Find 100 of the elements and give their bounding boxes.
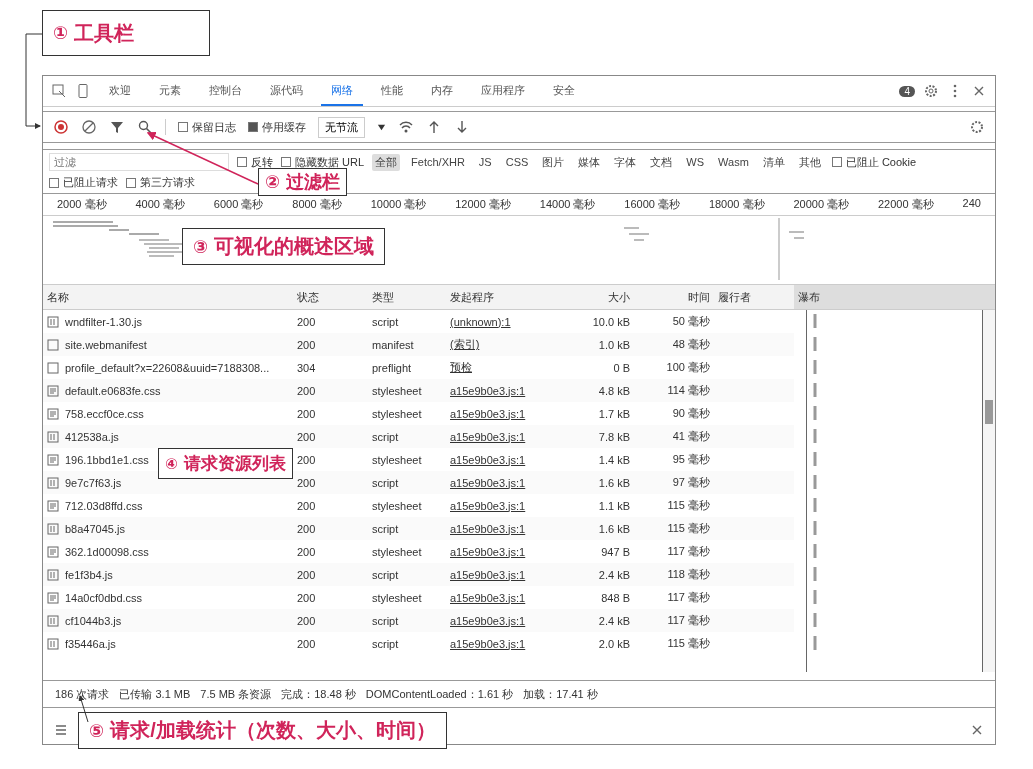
column-header[interactable]: 名称 [43, 289, 293, 305]
hide-data-urls-checkbox[interactable]: 隐藏数据 URL [281, 154, 365, 170]
request-name[interactable]: site.webmanifest [65, 338, 147, 351]
status-cell-text: 200 [296, 637, 317, 650]
panel-tab[interactable]: 欢迎 [99, 76, 141, 106]
inspect-icon[interactable] [51, 83, 67, 99]
time-cell-text: 115 毫秒 [666, 498, 711, 513]
time-tick: 2000 毫秒 [57, 197, 107, 212]
panel-tab[interactable]: 安全 [543, 76, 585, 106]
type-filter-button[interactable]: WS [683, 155, 708, 169]
type-cell-text: preflight [371, 361, 413, 374]
settings-icon[interactable] [923, 83, 939, 99]
column-header[interactable]: 发起程序 [446, 289, 564, 305]
column-header[interactable]: 类型 [368, 289, 446, 305]
type-filter-button[interactable]: 图片 [539, 153, 568, 171]
annotation-callout: ③ 可视化的概述区域 [182, 228, 386, 265]
settings-icon[interactable] [969, 119, 985, 135]
type-cell-text: script [371, 476, 400, 489]
panel-tab[interactable]: 控制台 [199, 76, 252, 106]
request-name[interactable]: 9e7c7f63.js [65, 476, 122, 489]
type-filter-button[interactable]: 媒体 [575, 153, 604, 171]
disable-cache-checkbox[interactable]: 停用缓存 [248, 119, 306, 135]
caret-icon[interactable] [377, 122, 386, 132]
type-cell-text: script [371, 315, 400, 328]
blocked-requests-checkbox[interactable]: 已阻止请求 [49, 175, 118, 190]
column-header[interactable]: 大小 [564, 289, 634, 305]
type-filter-button[interactable]: 其他 [795, 153, 824, 171]
time-cell-text: 90 毫秒 [671, 406, 711, 421]
initiator-link[interactable]: a15e9b0e3.js:1 [450, 568, 526, 581]
size-cell-text: 1.0 kB [597, 338, 631, 351]
preserve-log-checkbox[interactable]: 保留日志 [178, 119, 236, 135]
summary-text: 已传输 3.1 MB [119, 686, 191, 702]
request-name[interactable]: 362.1d00098.css [65, 545, 149, 558]
blocked-cookies-checkbox[interactable]: 已阻止 Cookie [831, 154, 917, 170]
initiator-link[interactable]: a15e9b0e3.js:1 [450, 384, 526, 397]
stylesheet-file-icon [47, 499, 59, 512]
request-name[interactable]: default.e0683fe.css [65, 384, 161, 397]
request-name[interactable]: fe1f3b4.js [65, 568, 113, 581]
request-name[interactable]: f35446a.js [65, 637, 116, 650]
request-name[interactable]: profile_default?x=22608&uuid=7188308... [65, 361, 270, 374]
panel-tab[interactable]: 网络 [321, 76, 363, 106]
clear-icon[interactable] [81, 119, 97, 135]
panel-tab[interactable]: 源代码 [260, 76, 313, 106]
type-filter-button[interactable]: CSS [502, 155, 532, 169]
column-header[interactable]: 状态 [293, 289, 368, 305]
column-header[interactable]: 瀑布 [794, 285, 995, 309]
time-tick: 14000 毫秒 [539, 197, 596, 212]
script-file-icon [47, 637, 59, 650]
request-name[interactable]: cf1044b3.js [65, 614, 122, 627]
initiator-link[interactable]: (unknown):1 [450, 315, 511, 328]
initiator-link[interactable]: 预检 [450, 360, 472, 375]
panel-tab[interactable]: 内存 [421, 76, 463, 106]
status-cell-text: 200 [296, 568, 317, 581]
panel-tab[interactable]: 元素 [149, 76, 191, 106]
script-file-icon [47, 476, 59, 489]
initiator-link[interactable]: a15e9b0e3.js:1 [450, 499, 526, 512]
menu-icon[interactable] [53, 722, 69, 738]
initiator-link[interactable]: a15e9b0e3.js:1 [450, 430, 526, 443]
initiator-link[interactable]: a15e9b0e3.js:1 [450, 522, 526, 535]
initiator-link[interactable]: a15e9b0e3.js:1 [450, 637, 526, 650]
initiator-link[interactable]: (索引) [450, 337, 480, 352]
initiator-link[interactable]: a15e9b0e3.js:1 [450, 591, 526, 604]
initiator-link[interactable]: a15e9b0e3.js:1 [450, 614, 526, 627]
status-cell-text: 200 [296, 453, 317, 466]
request-name[interactable]: 196.1bbd1e1.css [65, 453, 149, 466]
type-filter-button[interactable]: 字体 [611, 153, 640, 171]
request-name[interactable]: 412538a.js [65, 430, 119, 443]
type-filter-button[interactable]: 清单 [759, 153, 788, 171]
request-name[interactable]: 758.eccf0ce.css [65, 407, 144, 420]
panel-tab[interactable]: 应用程序 [471, 76, 535, 106]
request-name[interactable]: 712.03d8ffd.css [65, 499, 143, 512]
stylesheet-file-icon [47, 545, 59, 558]
panel-tab[interactable]: 性能 [371, 76, 413, 106]
search-icon[interactable] [137, 119, 153, 135]
scrollbar[interactable] [983, 310, 995, 672]
request-name[interactable]: b8a47045.js [65, 522, 125, 535]
third-party-checkbox[interactable]: 第三方请求 [126, 175, 195, 190]
type-filter-button[interactable]: Fetch/XHR [408, 155, 468, 169]
type-filter-button[interactable]: JS [475, 155, 495, 169]
initiator-link[interactable]: a15e9b0e3.js:1 [450, 407, 526, 420]
size-cell-text: 7.8 kB [597, 430, 631, 443]
invert-checkbox[interactable]: 反转 [237, 154, 273, 170]
type-filter-button[interactable]: Wasm [715, 155, 752, 169]
column-header[interactable]: 履行者 [714, 289, 794, 305]
issues-badge[interactable]: 4 [899, 85, 915, 97]
filter-icon[interactable] [109, 119, 125, 135]
column-header[interactable]: 时间 [634, 289, 714, 305]
filter-input[interactable]: 过滤 [49, 153, 229, 171]
time-tick: 22000 毫秒 [877, 197, 934, 212]
device-icon[interactable] [75, 83, 91, 99]
initiator-link[interactable]: a15e9b0e3.js:1 [450, 476, 526, 489]
request-name[interactable]: wndfilter-1.30.js [65, 315, 143, 328]
initiator-link[interactable]: a15e9b0e3.js:1 [450, 453, 526, 466]
throttling-dropdown[interactable]: 无节流 [318, 116, 365, 138]
initiator-link[interactable]: a15e9b0e3.js:1 [450, 545, 526, 558]
request-name[interactable]: 14a0cf0dbd.css [65, 591, 143, 604]
type-filter-button[interactable]: 文档 [647, 153, 676, 171]
wifi-icon[interactable] [398, 119, 414, 135]
type-filter-button[interactable]: 全部 [372, 153, 401, 171]
record-icon[interactable] [53, 119, 69, 135]
